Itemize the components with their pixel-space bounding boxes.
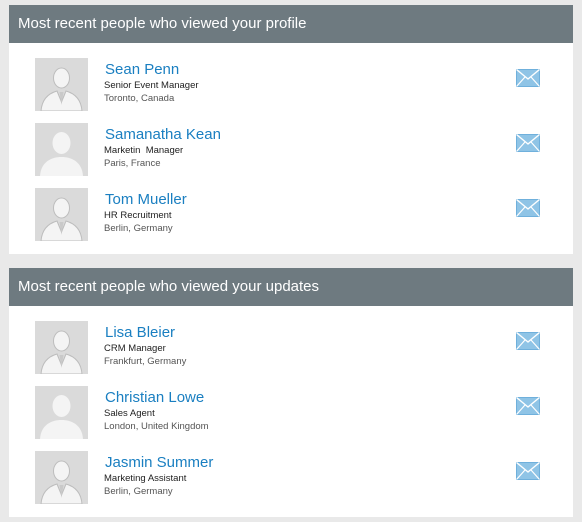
envelope-icon[interactable] [516, 462, 540, 480]
avatar[interactable] [35, 123, 88, 176]
avatar[interactable] [35, 451, 88, 504]
viewer-name-link[interactable]: Tom Mueller [105, 191, 187, 208]
envelope-icon[interactable] [516, 199, 540, 217]
envelope-icon[interactable] [516, 134, 540, 152]
viewer-row: Jasmin Summer Marketing Assistant Berlin… [9, 451, 573, 507]
viewer-location: Toronto, Canada [104, 93, 175, 104]
viewer-row: Tom Mueller HR Recruitment Berlin, Germa… [9, 188, 573, 244]
viewer-row: Christian Lowe Sales Agent London, Unite… [9, 386, 573, 442]
viewer-job-title: Marketing Assistant [104, 473, 187, 484]
viewer-job-title: HR Recruitment [104, 210, 172, 221]
avatar[interactable] [35, 386, 88, 439]
viewer-location: Paris, France [104, 158, 161, 169]
viewer-location: London, United Kingdom [104, 421, 209, 432]
viewer-job-title: CRM Manager [104, 343, 166, 354]
viewer-location: Berlin, Germany [104, 486, 173, 497]
viewer-name-link[interactable]: Sean Penn [105, 61, 179, 78]
profile-viewers-heading: Most recent people who viewed your profi… [9, 5, 573, 43]
viewer-row: Lisa Bleier CRM Manager Frankfurt, Germa… [9, 321, 573, 377]
viewer-name-link[interactable]: Samanatha Kean [105, 126, 221, 143]
avatar[interactable] [35, 188, 88, 241]
profile-viewers-panel: Most recent people who viewed your profi… [9, 5, 573, 254]
viewer-row: Samanatha Kean Marketin Manager Paris, F… [9, 123, 573, 179]
viewer-name-link[interactable]: Jasmin Summer [105, 454, 213, 471]
viewer-location: Frankfurt, Germany [104, 356, 187, 367]
avatar[interactable] [35, 58, 88, 111]
avatar[interactable] [35, 321, 88, 374]
viewer-job-title: Sales Agent [104, 408, 155, 419]
viewer-job-title: Senior Event Manager [104, 80, 199, 91]
viewers-page: Most recent people who viewed your profi… [0, 0, 582, 522]
viewer-name-link[interactable]: Christian Lowe [105, 389, 204, 406]
envelope-icon[interactable] [516, 69, 540, 87]
viewer-name-link[interactable]: Lisa Bleier [105, 324, 175, 341]
viewer-job-title: Marketin Manager [104, 145, 184, 156]
update-viewers-panel: Most recent people who viewed your updat… [9, 268, 573, 517]
envelope-icon[interactable] [516, 332, 540, 350]
update-viewers-heading: Most recent people who viewed your updat… [9, 268, 573, 306]
envelope-icon[interactable] [516, 397, 540, 415]
viewer-location: Berlin, Germany [104, 223, 173, 234]
viewer-row: Sean Penn Senior Event Manager Toronto, … [9, 58, 573, 114]
